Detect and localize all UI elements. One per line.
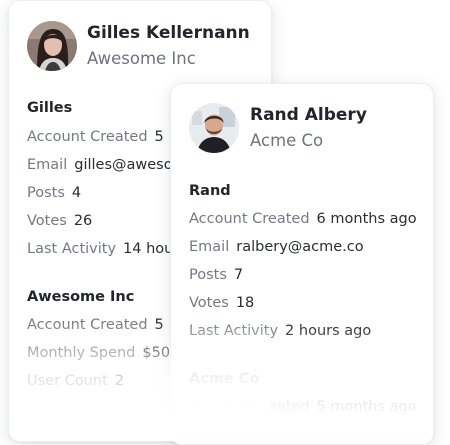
field-label: Email xyxy=(27,157,68,173)
field-last-activity: Last Activity 14 hou xyxy=(27,241,173,257)
field-email: Email gilles@aweso xyxy=(27,157,173,173)
field-label: Monthly Spend xyxy=(27,345,136,361)
avatar xyxy=(27,21,77,71)
field-value: 5 xyxy=(154,129,164,145)
field-votes: Votes 18 xyxy=(189,295,254,311)
company-name: Acme Co xyxy=(250,131,324,150)
field-label: Account Created xyxy=(27,317,148,333)
user-section-title: Rand xyxy=(189,183,231,199)
field-votes: Votes 26 xyxy=(27,213,92,229)
avatar xyxy=(189,103,239,153)
user-card-rand: Rand Albery Acme Co Rand Account Created… xyxy=(170,83,434,445)
field-value: ralbery@acme.co xyxy=(236,239,364,255)
field-label: Account Created xyxy=(189,211,310,227)
user-section-title: Gilles xyxy=(27,100,73,116)
field-label: User Count xyxy=(27,373,108,389)
field-label: Email xyxy=(189,239,230,255)
field-value: 18 xyxy=(235,295,255,311)
field-label: Last Activity xyxy=(27,241,117,257)
field-value: 4 xyxy=(71,185,82,201)
field-last-activity: Last Activity 2 hours ago xyxy=(189,323,371,339)
field-value: 14 hou xyxy=(123,241,174,257)
field-posts: Posts 4 xyxy=(27,185,81,201)
field-label: Votes xyxy=(189,295,229,311)
user-name: Gilles Kellernann xyxy=(87,23,250,43)
field-account-created: Account Created 6 months ago xyxy=(189,211,417,227)
field-label: Posts xyxy=(189,267,227,283)
field-value: $50 xyxy=(142,345,171,361)
field-label: Account Created xyxy=(189,399,310,415)
company-section-title: Acme Co xyxy=(189,371,260,387)
user-name: Rand Albery xyxy=(250,105,367,125)
company-section-title: Awesome Inc xyxy=(27,289,135,305)
field-user-count: User Count 2 xyxy=(27,373,124,389)
field-value: 2 hours ago xyxy=(285,323,372,339)
field-value: 6 months ago xyxy=(316,211,417,227)
field-label: Posts xyxy=(27,185,65,201)
field-value: 5 months ago xyxy=(316,399,417,415)
field-account-created: Account Created 5 months ago xyxy=(189,399,417,415)
field-posts: Posts 7 xyxy=(189,267,243,283)
field-account-created: Account Created 5 xyxy=(27,317,164,333)
company-name: Awesome Inc xyxy=(87,49,196,68)
field-value: 5 xyxy=(154,317,164,333)
field-label: Votes xyxy=(27,213,67,229)
field-value: gilles@aweso xyxy=(74,157,173,173)
field-label: Account Created xyxy=(27,129,148,145)
field-value: 26 xyxy=(73,213,93,229)
field-email: Email ralbery@acme.co xyxy=(189,239,364,255)
field-value: 2 xyxy=(114,373,124,389)
field-monthly-spend: Monthly Spend $50 xyxy=(27,345,170,361)
field-value: 7 xyxy=(233,267,244,283)
field-account-created: Account Created 5 xyxy=(27,129,164,145)
field-label: Last Activity xyxy=(189,323,279,339)
